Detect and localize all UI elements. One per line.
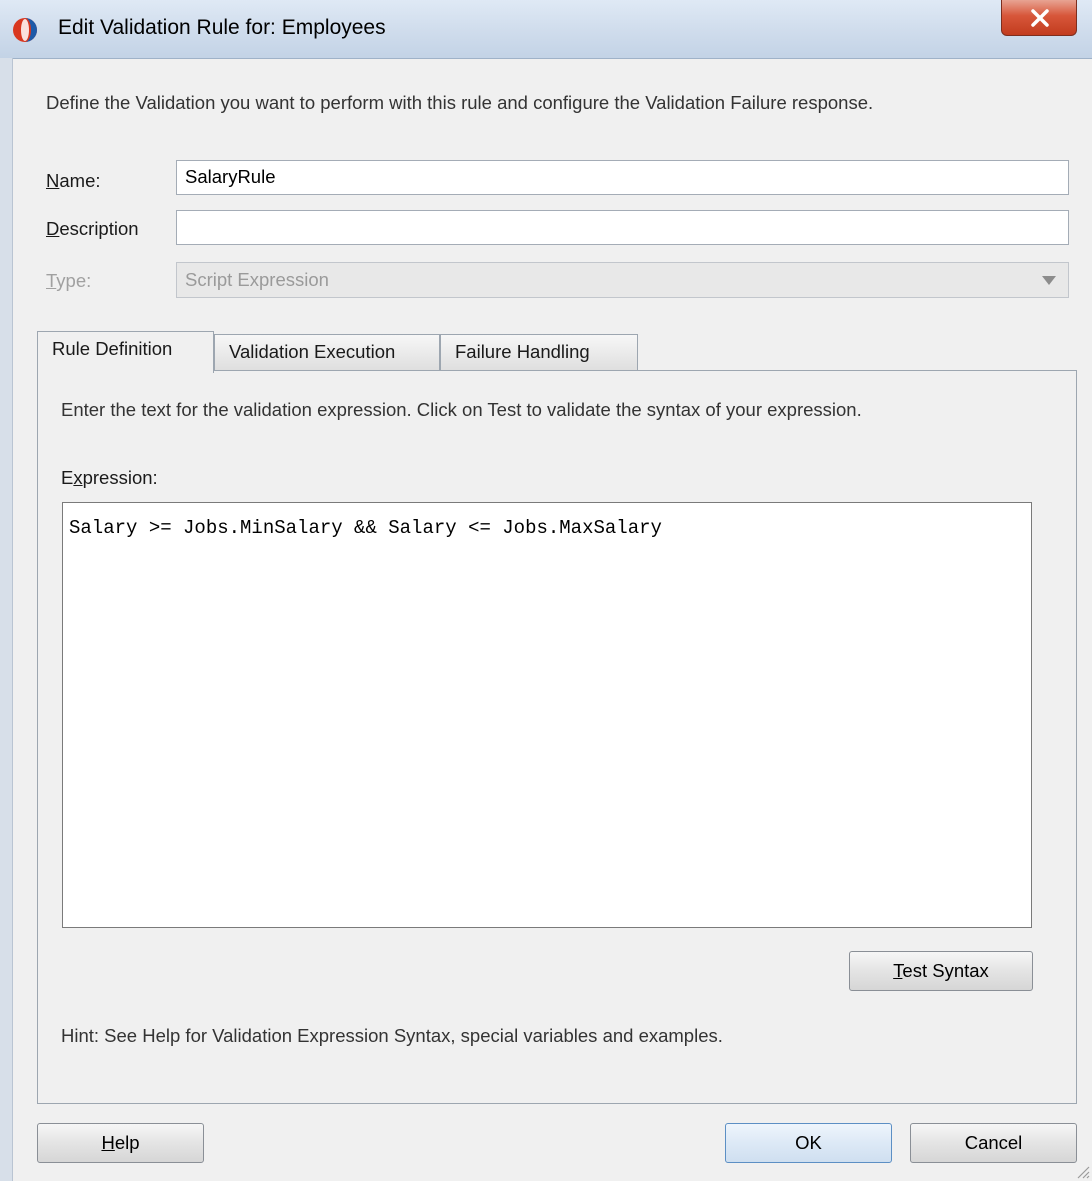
window-frame-edge — [0, 58, 13, 1181]
hint-text: Hint: See Help for Validation Expression… — [61, 1025, 723, 1046]
close-button[interactable] — [1001, 0, 1077, 36]
cancel-button[interactable]: Cancel — [910, 1123, 1077, 1163]
type-select-value: Script Expression — [185, 269, 329, 290]
instructions-text: Enter the text for the validation expres… — [61, 399, 862, 420]
chevron-down-icon — [1042, 276, 1056, 285]
type-select[interactable]: Script Expression — [176, 262, 1069, 298]
description-field[interactable] — [176, 210, 1069, 245]
name-field[interactable]: SalaryRule — [176, 160, 1069, 195]
type-label: Type: — [46, 270, 92, 291]
tab-rule-definition[interactable]: Rule Definition — [37, 331, 214, 373]
resize-grip-icon[interactable] — [1076, 1165, 1090, 1179]
close-icon — [1031, 9, 1049, 27]
help-button[interactable]: Help — [37, 1123, 204, 1163]
name-label: Name: — [46, 170, 101, 191]
ok-button[interactable]: OK — [725, 1123, 892, 1163]
expression-editor[interactable]: Salary >= Jobs.MinSalary && Salary <= Jo… — [62, 502, 1032, 928]
description-label: Description — [46, 218, 139, 239]
app-icon — [13, 18, 37, 42]
window-title: Edit Validation Rule for: Employees — [58, 16, 386, 39]
tab-failure-handling[interactable]: Failure Handling — [440, 334, 638, 371]
tab-validation-execution[interactable]: Validation Execution — [214, 334, 440, 371]
dialog-description: Define the Validation you want to perfor… — [46, 92, 874, 113]
title-bar: Edit Validation Rule for: Employees — [0, 0, 1092, 59]
rule-definition-panel: Enter the text for the validation expres… — [37, 370, 1077, 1104]
test-syntax-button[interactable]: Test Syntax — [849, 951, 1033, 991]
expression-label: Expression: — [61, 467, 158, 488]
